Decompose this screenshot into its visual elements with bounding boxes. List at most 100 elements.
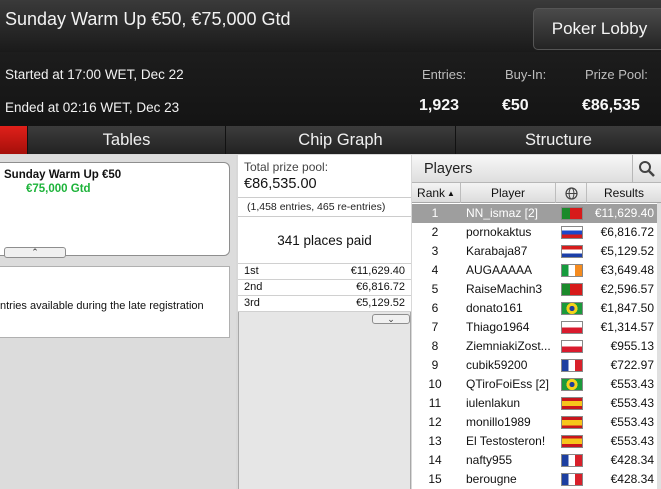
brazil-flag bbox=[561, 378, 583, 391]
country-column-header[interactable] bbox=[556, 183, 587, 203]
player-rank: 13 bbox=[428, 434, 442, 448]
player-rank: 11 bbox=[428, 396, 442, 410]
search-button[interactable] bbox=[632, 155, 661, 183]
player-name: pornokaktus bbox=[466, 225, 532, 239]
player-row[interactable]: 7 Thiago1964 €1,314.57 bbox=[412, 318, 661, 337]
player-row[interactable]: 3 Karabaja87 €5,129.52 bbox=[412, 242, 661, 261]
portugal-flag bbox=[561, 283, 583, 296]
player-result: €1,314.57 bbox=[600, 320, 654, 334]
poland-flag bbox=[561, 340, 583, 353]
player-result: €6,816.72 bbox=[600, 225, 654, 239]
player-result: €553.43 bbox=[610, 377, 654, 391]
entries-label: Entries: bbox=[422, 67, 467, 82]
player-rank: 5 bbox=[431, 282, 439, 296]
card-tournament-name: Sunday Warm Up €50 bbox=[4, 169, 122, 181]
chevron-down-icon: ⌄ bbox=[387, 314, 395, 324]
ended-time: Ended at 02:16 WET, Dec 23 bbox=[5, 100, 180, 115]
player-row[interactable]: 8 ZiemniakiZost... €955.13 bbox=[412, 337, 661, 356]
player-result: €428.34 bbox=[610, 453, 654, 467]
sort-ascending-icon: ▲ bbox=[447, 188, 455, 198]
spain-flag bbox=[561, 435, 583, 448]
tournament-title: Sunday Warm Up €50, €75,000 Gtd bbox=[5, 9, 291, 29]
player-result: €5,129.52 bbox=[600, 244, 654, 258]
payout-place: 2nd bbox=[244, 281, 263, 293]
player-result: €11,629.40 bbox=[594, 206, 654, 220]
player-name: Thiago1964 bbox=[466, 320, 530, 334]
player-rank: 12 bbox=[428, 415, 442, 429]
spain-flag bbox=[561, 416, 583, 429]
payout-place: 1st bbox=[244, 265, 259, 277]
prize-pool-value: €86,535 bbox=[582, 97, 640, 114]
player-name: NN_ismaz [2] bbox=[466, 206, 539, 220]
player-name: ZiemniakiZost... bbox=[466, 339, 551, 353]
player-row[interactable]: 10 QTiroFoiEss [2] €553.43 bbox=[412, 375, 661, 394]
player-result: €955.13 bbox=[610, 339, 654, 353]
player-name: berougne bbox=[466, 472, 517, 486]
scrollbar[interactable] bbox=[657, 203, 661, 489]
player-row[interactable]: 15 berougne €428.34 bbox=[412, 470, 661, 489]
total-prize-pool-label: Total prize pool: bbox=[244, 160, 329, 174]
player-name: RaiseMachin3 bbox=[466, 282, 543, 296]
poker-lobby-button[interactable]: Poker Lobby bbox=[533, 8, 661, 50]
payout-place: 3rd bbox=[244, 297, 260, 309]
rank-column-header[interactable]: Rank ▲ bbox=[412, 183, 461, 203]
player-rank: 8 bbox=[431, 339, 439, 353]
croatia-flag bbox=[561, 245, 583, 258]
player-result: €2,596.57 bbox=[600, 282, 654, 296]
ireland-flag bbox=[561, 264, 583, 277]
player-result: €553.43 bbox=[610, 396, 654, 410]
player-rank: 14 bbox=[428, 453, 442, 467]
tab-active-indicator[interactable] bbox=[0, 126, 27, 154]
rank-column-label: Rank bbox=[417, 186, 446, 200]
player-rank: 1 bbox=[431, 206, 439, 220]
player-result: €428.34 bbox=[610, 472, 654, 486]
player-row[interactable]: 6 donato161 €1,847.50 bbox=[412, 299, 661, 318]
player-row[interactable]: 12 monillo1989 €553.43 bbox=[412, 413, 661, 432]
player-rank: 4 bbox=[431, 263, 439, 277]
results-column-header[interactable]: Results bbox=[587, 183, 661, 203]
chevron-up-icon: ⌃ bbox=[31, 247, 39, 257]
player-name: QTiroFoiEss [2] bbox=[466, 377, 549, 391]
portugal-flag bbox=[561, 207, 583, 220]
player-name: donato161 bbox=[466, 301, 523, 315]
places-paid: 341 places paid bbox=[277, 233, 372, 248]
player-row[interactable]: 13 El Testosteron! €553.43 bbox=[412, 432, 661, 451]
tab-structure[interactable]: Structure bbox=[455, 126, 661, 154]
entries-breakdown: (1,458 entries, 465 re-entries) bbox=[247, 201, 386, 213]
tab-tables[interactable]: Tables bbox=[27, 126, 225, 154]
collapse-button[interactable]: ⌃ bbox=[4, 247, 66, 258]
player-row[interactable]: 11 iulenlakun €553.43 bbox=[412, 394, 661, 413]
total-prize-pool-value: €86,535.00 bbox=[244, 176, 317, 192]
prize-pool-label: Prize Pool: bbox=[585, 67, 648, 82]
player-result: €722.97 bbox=[610, 358, 654, 372]
started-time: Started at 17:00 WET, Dec 22 bbox=[5, 67, 184, 82]
card-guarantee: €75,000 Gtd bbox=[26, 183, 91, 195]
tab-chip-graph[interactable]: Chip Graph bbox=[225, 126, 455, 154]
player-row[interactable]: 4 AUGAAAAA €3,649.48 bbox=[412, 261, 661, 280]
player-row[interactable]: 2 pornokaktus €6,816.72 bbox=[412, 223, 661, 242]
player-result: €1,847.50 bbox=[600, 301, 654, 315]
player-rank: 15 bbox=[428, 472, 442, 486]
player-row[interactable]: 1 NN_ismaz [2] €11,629.40 bbox=[412, 204, 661, 223]
player-row[interactable]: 9 cubik59200 €722.97 bbox=[412, 356, 661, 375]
player-name: El Testosteron! bbox=[466, 434, 546, 448]
payout-amount: €5,129.52 bbox=[356, 297, 405, 309]
player-name: cubik59200 bbox=[466, 358, 528, 372]
buyin-label: Buy-In: bbox=[505, 67, 547, 82]
player-result: €553.43 bbox=[610, 415, 654, 429]
player-rank: 3 bbox=[431, 244, 439, 258]
player-row[interactable]: 5 RaiseMachin3 €2,596.57 bbox=[412, 280, 661, 299]
brazil-flag bbox=[561, 302, 583, 315]
payout-amount: €6,816.72 bbox=[356, 281, 405, 293]
tab-bar: Tables Chip Graph Structure bbox=[0, 126, 661, 154]
buyin-value: €50 bbox=[502, 97, 529, 114]
players-title: Players bbox=[424, 161, 473, 177]
player-name: iulenlakun bbox=[466, 396, 521, 410]
russia-flag bbox=[561, 226, 583, 239]
player-column-header[interactable]: Player bbox=[461, 183, 556, 203]
late-registration-info: ntries available during the late registr… bbox=[0, 300, 204, 312]
player-rank: 9 bbox=[431, 358, 439, 372]
expand-payouts-button[interactable]: ⌄ bbox=[372, 314, 410, 324]
player-row[interactable]: 14 nafty955 €428.34 bbox=[412, 451, 661, 470]
player-name: nafty955 bbox=[466, 453, 513, 467]
